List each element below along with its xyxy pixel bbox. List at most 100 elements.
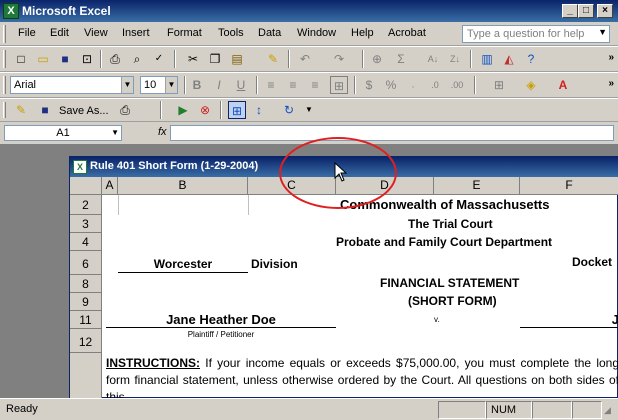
menu-edit[interactable]: Edit	[50, 27, 69, 39]
underline-button[interactable]: U	[232, 76, 250, 94]
save-as-icon[interactable]: ■	[36, 101, 54, 119]
help-icon[interactable]: ?	[522, 50, 540, 68]
paste-icon[interactable]: ▤	[228, 50, 246, 68]
excel-app-icon[interactable]: X	[3, 3, 19, 19]
font-color-icon[interactable]: A	[554, 76, 572, 94]
sort-ascending-icon[interactable]: A↓	[424, 50, 442, 68]
cell-plaintiff-label[interactable]: Plaintiff / Petitioner	[106, 330, 336, 339]
menu-format[interactable]: Format	[167, 27, 202, 39]
bold-button[interactable]: B	[188, 76, 206, 94]
borders-icon[interactable]: ⊞	[490, 76, 508, 94]
merge-center-icon[interactable]: ⊞	[330, 76, 348, 94]
cell-department[interactable]: Probate and Family Court Department	[336, 235, 552, 249]
cell-plaintiff-name[interactable]: Jane Heather Doe	[106, 312, 336, 328]
format-painter-icon[interactable]: ✎	[264, 50, 282, 68]
row-header-3[interactable]: 3	[70, 215, 102, 233]
comma-style-icon[interactable]: ,	[404, 76, 422, 94]
currency-icon[interactable]: $	[360, 76, 378, 94]
column-header-b[interactable]: B	[118, 177, 248, 195]
menu-insert[interactable]: Insert	[122, 27, 150, 39]
edit-icon[interactable]: ✎	[12, 101, 30, 119]
spelling-icon[interactable]: ✓	[150, 50, 168, 68]
chevron-down-icon[interactable]: ▼	[111, 126, 119, 140]
workbook-icon[interactable]: X	[73, 160, 87, 174]
drawing-icon[interactable]: ◭	[500, 50, 518, 68]
app-title-bar[interactable]: X Microsoft Excel _ □ ×	[0, 0, 618, 22]
menu-data[interactable]: Data	[258, 27, 281, 39]
help-search-input[interactable]: Type a question for help ▼	[462, 25, 610, 43]
row-header-8[interactable]: 8	[70, 275, 102, 293]
chevron-down-icon[interactable]: ▼	[165, 77, 177, 93]
cut-icon[interactable]: ✂	[184, 50, 202, 68]
undo-icon[interactable]: ↶	[296, 50, 314, 68]
cell-trial-court[interactable]: The Trial Court	[408, 217, 493, 231]
print-icon[interactable]: ⎙	[116, 101, 134, 119]
menu-view[interactable]: View	[84, 27, 108, 39]
hyperlink-icon[interactable]: ⊕	[368, 50, 386, 68]
row-header-12[interactable]: 12	[70, 329, 102, 353]
toolbar-grip[interactable]	[3, 50, 6, 68]
row-header-6[interactable]: 6	[70, 251, 102, 275]
column-header-a[interactable]: A	[102, 177, 118, 195]
row-header-4[interactable]: 4	[70, 233, 102, 251]
column-header-e[interactable]: E	[434, 177, 520, 195]
toolbar-grip[interactable]	[3, 102, 6, 118]
track-changes-icon[interactable]: ↻	[280, 101, 298, 119]
restore-button[interactable]: □	[578, 4, 594, 18]
permission-icon[interactable]: ⊡	[78, 50, 96, 68]
cell-form-subtitle[interactable]: (SHORT FORM)	[408, 294, 497, 308]
row-header-11[interactable]: 11	[70, 311, 102, 329]
row-header-2[interactable]: 2	[70, 195, 102, 215]
row-header-9[interactable]: 9	[70, 293, 102, 311]
cell-instructions[interactable]: INSTRUCTIONS: If your income equals or e…	[106, 355, 618, 399]
open-icon[interactable]: ▭	[34, 50, 52, 68]
chevron-down-icon[interactable]: ▼	[121, 77, 133, 93]
increase-decimal-icon[interactable]: .0	[426, 76, 444, 94]
italic-button[interactable]: I	[210, 76, 228, 94]
save-icon[interactable]: ■	[56, 50, 74, 68]
minimize-button[interactable]: _	[562, 4, 578, 18]
toolbar-options-chevron-icon[interactable]: »	[608, 78, 614, 89]
cell-county[interactable]: Worcester	[118, 257, 248, 273]
decrease-decimal-icon[interactable]: .00	[448, 76, 466, 94]
toolbar-grip[interactable]	[3, 76, 6, 94]
chevron-down-icon[interactable]: ▼	[300, 101, 318, 119]
cell-defendant-name[interactable]: J	[520, 312, 618, 328]
close-button[interactable]: ×	[597, 4, 613, 18]
menu-help[interactable]: Help	[351, 27, 374, 39]
menu-grip[interactable]	[3, 25, 6, 43]
new-icon[interactable]: □	[12, 50, 30, 68]
menu-file[interactable]: File	[18, 27, 36, 39]
select-all-corner[interactable]	[70, 177, 102, 195]
run-macro-icon[interactable]: ▶	[174, 101, 192, 119]
chevron-down-icon[interactable]: ▼	[598, 27, 607, 37]
row-height-icon[interactable]: ↕	[250, 101, 268, 119]
grid-icon[interactable]: ⊞	[228, 101, 246, 119]
cell-docket[interactable]: Docket	[572, 255, 612, 269]
name-box[interactable]: A1 ▼	[4, 125, 122, 141]
autosum-icon[interactable]: Σ	[392, 50, 410, 68]
chart-wizard-icon[interactable]: ▥	[478, 50, 496, 68]
column-header-f[interactable]: F	[520, 177, 618, 195]
percent-icon[interactable]: %	[382, 76, 400, 94]
cell-division[interactable]: Division	[251, 257, 298, 271]
save-as-button[interactable]: Save As...	[59, 105, 109, 117]
fill-color-icon[interactable]: ◈	[522, 76, 540, 94]
sort-descending-icon[interactable]: Z↓	[446, 50, 464, 68]
align-left-icon[interactable]: ≡	[262, 76, 280, 94]
font-name-select[interactable]: Arial ▼	[10, 76, 134, 94]
formula-input[interactable]	[170, 125, 614, 141]
menu-acrobat[interactable]: Acrobat	[388, 27, 426, 39]
align-right-icon[interactable]: ≡	[306, 76, 324, 94]
menu-tools[interactable]: Tools	[218, 27, 244, 39]
cell-form-title[interactable]: FINANCIAL STATEMENT	[380, 276, 519, 290]
resize-grip-icon[interactable]: ◢	[604, 405, 611, 416]
copy-icon[interactable]: ❐	[206, 50, 224, 68]
stop-icon[interactable]: ⊗	[196, 101, 214, 119]
menu-window[interactable]: Window	[297, 27, 336, 39]
row-header-13[interactable]	[70, 353, 102, 399]
toolbar-options-chevron-icon[interactable]: »	[608, 52, 614, 63]
print-preview-icon[interactable]: ⌕	[128, 50, 146, 68]
fx-icon[interactable]: fx	[158, 126, 167, 138]
redo-icon[interactable]: ↷	[330, 50, 348, 68]
